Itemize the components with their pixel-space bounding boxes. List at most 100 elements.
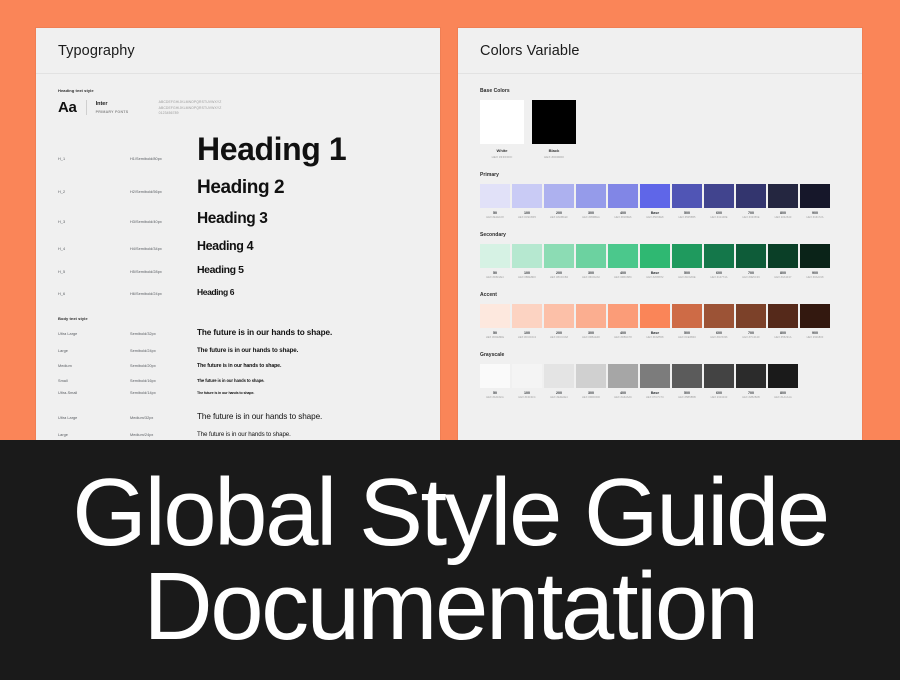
color-step-label: 700 [736,331,766,335]
color-chip[interactable] [768,304,798,328]
primary-ramp: 50HEX #E1E1F8100HEX #C9CBF5200HEX #ADB1E… [480,184,840,219]
color-swatch-item[interactable]: 500HEX #CE6B46 [672,304,702,339]
color-chip[interactable] [736,364,766,388]
color-chip[interactable] [544,364,574,388]
color-swatch-item[interactable]: 600HEX #14774A [704,244,734,279]
color-swatch-item[interactable]: 300HEX #6CD2A0 [576,244,606,279]
color-chip[interactable] [704,184,734,208]
color-swatch-item[interactable]: 700HEX #33356E [736,184,766,219]
color-step-label: 200 [544,271,574,275]
color-swatch-item[interactable]: 300HEX #959BEA [576,184,606,219]
color-chip[interactable] [800,304,830,328]
color-chip[interactable] [640,184,670,208]
color-swatch-item[interactable]: 50HEX #FAFAFA [480,364,510,399]
color-swatch-item[interactable]: 200HEX #FCC0A8 [544,304,574,339]
band-title-line-1: Global Style Guide [72,466,827,560]
color-swatch-item[interactable]: 700HEX #0E5C39 [736,244,766,279]
color-chip[interactable] [736,304,766,328]
color-swatch-item[interactable]: BaseHEX #5F66E8 [640,184,670,219]
color-chip[interactable] [608,244,638,268]
color-swatch-item[interactable]: BaseHEX #7C7C7C [640,364,670,399]
color-swatch-item[interactable]: 800HEX #242640 [768,184,798,219]
color-swatch-item[interactable]: 200HEX #ADB1EF [544,184,574,219]
color-chip[interactable] [800,244,830,268]
color-chip[interactable] [736,244,766,268]
color-swatch-item[interactable]: 200HEX #8CDCB4 [544,244,574,279]
color-chip[interactable] [544,304,574,328]
color-chip[interactable] [768,364,798,388]
color-swatch-item[interactable]: 500HEX #1F9A5E [672,244,702,279]
color-chip[interactable] [608,364,638,388]
color-chip[interactable] [704,364,734,388]
color-chip[interactable] [512,364,542,388]
color-swatch-item[interactable]: 100HEX #F4F4F4 [512,364,542,399]
color-chip[interactable] [640,244,670,268]
color-step-label: 100 [512,211,542,215]
color-swatch-item[interactable]: 500HEX #5B5B5B [672,364,702,399]
color-chip[interactable] [768,184,798,208]
color-chip[interactable] [576,364,606,388]
color-swatch-item[interactable]: 900HEX #16172A [800,184,830,219]
color-swatch-item[interactable]: 700HEX #2B2B2B [736,364,766,399]
color-swatch-item[interactable]: 50HEX #E1E1F8 [480,184,510,219]
color-chip[interactable] [640,304,670,328]
color-swatch-item[interactable]: 100HEX #C9CBF5 [512,184,542,219]
color-chip[interactable] [640,364,670,388]
color-swatch-item[interactable]: 300HEX #D0D0D0 [576,364,606,399]
color-swatch-item[interactable]: 600HEX #434343 [704,364,734,399]
color-swatch-item[interactable]: 900HEX #33180F [800,304,830,339]
color-chip[interactable] [608,304,638,328]
color-chip[interactable] [704,304,734,328]
color-swatch-item[interactable]: 900HEX #0A2318 [800,244,830,279]
color-chip[interactable] [480,184,510,208]
color-swatch-item[interactable]: 600HEX #41448E [704,184,734,219]
color-swatch-item[interactable]: 300HEX #FBAE90 [576,304,606,339]
color-swatch-item[interactable]: BaseHEX #2FB872 [640,244,670,279]
color-chip[interactable] [512,184,542,208]
color-chip[interactable] [480,244,510,268]
color-swatch-item[interactable]: 800HEX #0A3F27 [768,244,798,279]
color-swatch-item[interactable]: White HEX #FFFFFF [480,100,524,159]
color-chip[interactable] [480,364,510,388]
color-chip[interactable] [608,184,638,208]
color-chip[interactable] [512,244,542,268]
color-swatch-item[interactable]: 400HEX #4BC88C [608,244,638,279]
color-chip[interactable] [544,244,574,268]
color-swatch-item[interactable]: 800HEX #1A1A1A [768,364,798,399]
color-swatch-item[interactable]: 100HEX #FCD3C2 [512,304,542,339]
color-chip[interactable] [512,304,542,328]
color-step-label: 200 [544,391,574,395]
color-chip[interactable] [672,304,702,328]
color-chip[interactable] [672,244,702,268]
color-chip[interactable] [736,184,766,208]
color-swatch-item[interactable]: 400HEX #8186E6 [608,184,638,219]
color-step-label: 900 [800,331,830,335]
color-swatch-item[interactable]: 50HEX #D6F2E4 [480,244,510,279]
color-chip[interactable] [768,244,798,268]
color-chip[interactable] [672,184,702,208]
color-swatch-item[interactable]: 400HEX #FB9C78 [608,304,638,339]
color-hex: HEX #FAFAFA [480,396,510,399]
color-step-label: 100 [512,331,542,335]
color-chip[interactable] [704,244,734,268]
color-chip[interactable] [480,304,510,328]
color-swatch-item[interactable]: 800HEX #55291A [768,304,798,339]
color-chip[interactable] [576,244,606,268]
color-chip[interactable] [576,184,606,208]
color-swatch-item[interactable]: BaseHEX #FA8558 [640,304,670,339]
color-chip[interactable] [544,184,574,208]
color-swatch-item[interactable]: 50HEX #FDE8DE [480,304,510,339]
color-swatch-item[interactable]: 600HEX #9C5336 [704,304,734,339]
color-swatch-item[interactable]: 700HEX #7C4129 [736,304,766,339]
color-chip[interactable] [672,364,702,388]
accent-ramp: 50HEX #FDE8DE100HEX #FCD3C2200HEX #FCC0A… [480,304,840,339]
color-swatch-item[interactable]: 400HEX #A6A6A6 [608,364,638,399]
color-swatch-item[interactable]: 500HEX #5055B5 [672,184,702,219]
color-swatch-item[interactable]: Black HEX #000000 [532,100,576,159]
color-chip[interactable] [800,184,830,208]
color-swatch-item[interactable]: 100HEX #B6E8D0 [512,244,542,279]
color-chip[interactable] [532,100,576,144]
color-swatch-item[interactable]: 200HEX #E4E4E4 [544,364,574,399]
color-chip[interactable] [576,304,606,328]
color-chip[interactable] [480,100,524,144]
